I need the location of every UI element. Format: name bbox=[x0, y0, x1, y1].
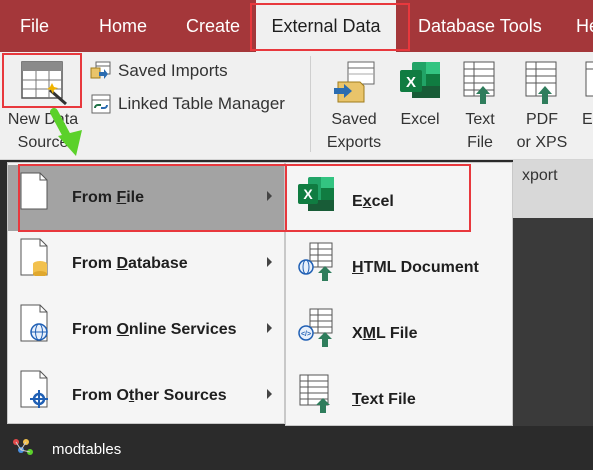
tab-help[interactable]: He bbox=[576, 0, 593, 52]
tab-create[interactable]: Create bbox=[186, 0, 240, 52]
pdf-export-icon bbox=[525, 61, 557, 104]
saved-exports-icon bbox=[334, 61, 375, 103]
linked-table-icon bbox=[91, 94, 111, 114]
from-file-highlight bbox=[18, 164, 288, 232]
menu-item-from-other-sources[interactable]: From Other Sources bbox=[8, 363, 284, 429]
submenu-item-label: Text File bbox=[352, 391, 416, 408]
submenu-item-label: HTML Document bbox=[352, 259, 479, 276]
svg-text:X: X bbox=[406, 74, 416, 91]
tab-home[interactable]: Home bbox=[99, 0, 147, 52]
menu-item-label: From Other Sources bbox=[72, 387, 227, 404]
submenu-item-text-file[interactable]: Text File bbox=[286, 363, 512, 429]
submenu-item-label: XML File bbox=[352, 325, 418, 342]
html-document-icon bbox=[298, 242, 333, 281]
saved-imports-icon bbox=[90, 61, 111, 79]
text-export-icon bbox=[463, 61, 495, 104]
menu-item-from-online-services[interactable]: From Online Services bbox=[8, 297, 284, 363]
ribbon-group-separator bbox=[310, 56, 311, 152]
xml-file-icon: </> bbox=[298, 308, 333, 347]
tab-database-tools[interactable]: Database Tools bbox=[418, 0, 542, 52]
submenu-arrow-icon bbox=[267, 323, 272, 333]
menu-item-label: From Database bbox=[72, 255, 188, 272]
export-pdf-label-2: or XPS bbox=[516, 134, 568, 151]
export-excel-button[interactable]: X Excel bbox=[392, 52, 448, 142]
submenu-arrow-icon bbox=[267, 389, 272, 399]
email-export-icon bbox=[585, 61, 593, 97]
menu-item-label: From Online Services bbox=[72, 321, 237, 338]
saved-exports-label-2: Exports bbox=[326, 134, 382, 151]
export-text-file-button[interactable]: Text File bbox=[454, 52, 506, 160]
text-file-icon bbox=[299, 374, 330, 413]
export-text-label-1: Text bbox=[465, 111, 495, 128]
saved-exports-label-1: Saved bbox=[331, 111, 377, 128]
submenu-arrow-icon bbox=[267, 257, 272, 267]
menu-item-from-database[interactable]: From Database bbox=[8, 231, 284, 297]
tab-file[interactable]: File bbox=[20, 0, 49, 52]
saved-imports-button[interactable]: Saved Imports bbox=[90, 58, 300, 84]
submenu-item-html-document[interactable]: HTML Document bbox=[286, 231, 512, 297]
new-data-source-highlight bbox=[2, 53, 82, 108]
submenu-item-xml-file[interactable]: </> XML File bbox=[286, 297, 512, 363]
excel-icon: X bbox=[400, 62, 440, 98]
export-pdf-label-1: PDF bbox=[526, 111, 558, 128]
linked-table-manager-button[interactable]: Linked Table Manager bbox=[90, 91, 305, 117]
odbc-connector-icon bbox=[20, 370, 48, 408]
saved-imports-label: Saved Imports bbox=[118, 61, 228, 80]
excel-highlight bbox=[285, 164, 471, 232]
nav-object-modtables[interactable]: modtables bbox=[52, 441, 121, 458]
export-text-label-2: File bbox=[467, 134, 493, 151]
external-data-highlight bbox=[250, 3, 410, 51]
export-email-button[interactable]: E bbox=[578, 52, 593, 142]
pointer-arrow-icon bbox=[50, 108, 82, 156]
workspace-background bbox=[513, 218, 593, 426]
svg-text:</>: </> bbox=[301, 331, 311, 338]
saved-exports-button[interactable]: Saved Exports bbox=[322, 52, 386, 160]
export-group-label: xport bbox=[522, 167, 558, 184]
module-icon bbox=[13, 439, 33, 455]
export-excel-label: Excel bbox=[400, 111, 440, 128]
globe-icon bbox=[20, 304, 48, 342]
linked-table-manager-label: Linked Table Manager bbox=[118, 94, 285, 113]
export-email-label: E bbox=[582, 111, 593, 128]
database-icon bbox=[20, 238, 48, 276]
export-pdf-xps-button[interactable]: PDF or XPS bbox=[510, 52, 574, 160]
